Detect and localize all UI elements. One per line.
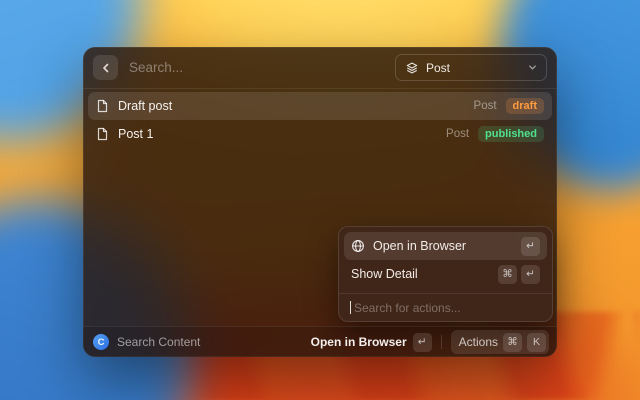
document-icon [96, 127, 109, 141]
list-item-post-1[interactable]: Post 1 Post published [88, 120, 552, 148]
command-keycap: ⌘ [498, 265, 517, 284]
actions-button-label: Actions [459, 335, 498, 349]
back-button[interactable] [93, 55, 118, 80]
return-keycap: ↵ [521, 237, 540, 256]
k-keycap: K [527, 333, 546, 352]
return-keycap: ↵ [521, 265, 540, 284]
shortcut-keys: ⌘ ↵ [498, 265, 540, 284]
action-panel-list: Open in Browser ↵ Show Detail ⌘ ↵ [339, 227, 552, 293]
action-open-in-browser[interactable]: Open in Browser ↵ [344, 232, 547, 260]
list-item-draft-post[interactable]: Draft post Post draft [88, 92, 552, 120]
item-type-label: Post [474, 100, 497, 112]
action-label: Show Detail [351, 267, 418, 281]
extension-name: Search Content [117, 335, 200, 349]
status-bar: C Search Content Open in Browser ↵ Actio… [83, 326, 557, 357]
arrow-left-icon [100, 62, 112, 74]
action-label: Open in Browser [373, 239, 466, 253]
shortcut-keys: ↵ [521, 237, 540, 256]
search-header: Search... Post [83, 47, 557, 88]
text-cursor [350, 301, 351, 314]
status-badge: draft [506, 98, 544, 114]
launcher-window: Search... Post [83, 47, 557, 357]
item-type-label: Post [446, 128, 469, 140]
status-bar-actions: Open in Browser ↵ Actions ⌘ K [311, 330, 549, 354]
content-type-dropdown[interactable]: Post [395, 54, 547, 81]
primary-action-button[interactable]: Open in Browser [311, 335, 407, 349]
status-bar-separator [441, 335, 442, 349]
chevron-down-icon [528, 63, 537, 72]
content-app-icon: C [93, 334, 109, 350]
actions-button[interactable]: Actions ⌘ K [451, 330, 549, 354]
command-keycap: ⌘ [503, 333, 522, 352]
globe-icon [351, 239, 365, 253]
dropdown-value: Post [426, 61, 450, 75]
layers-icon [405, 61, 419, 75]
search-input[interactable]: Search... [129, 60, 395, 75]
action-search-input[interactable]: Search for actions... [339, 294, 552, 321]
action-show-detail[interactable]: Show Detail ⌘ ↵ [344, 260, 547, 288]
results-list: Draft post Post draft Post 1 Post publis… [83, 89, 557, 151]
return-keycap: ↵ [413, 333, 432, 352]
item-title: Draft post [118, 99, 172, 113]
item-title: Post 1 [118, 127, 153, 141]
action-search-placeholder: Search for actions... [354, 301, 461, 315]
action-panel: Open in Browser ↵ Show Detail ⌘ ↵ Search… [338, 226, 553, 322]
status-badge: published [478, 126, 544, 142]
document-icon [96, 99, 109, 113]
